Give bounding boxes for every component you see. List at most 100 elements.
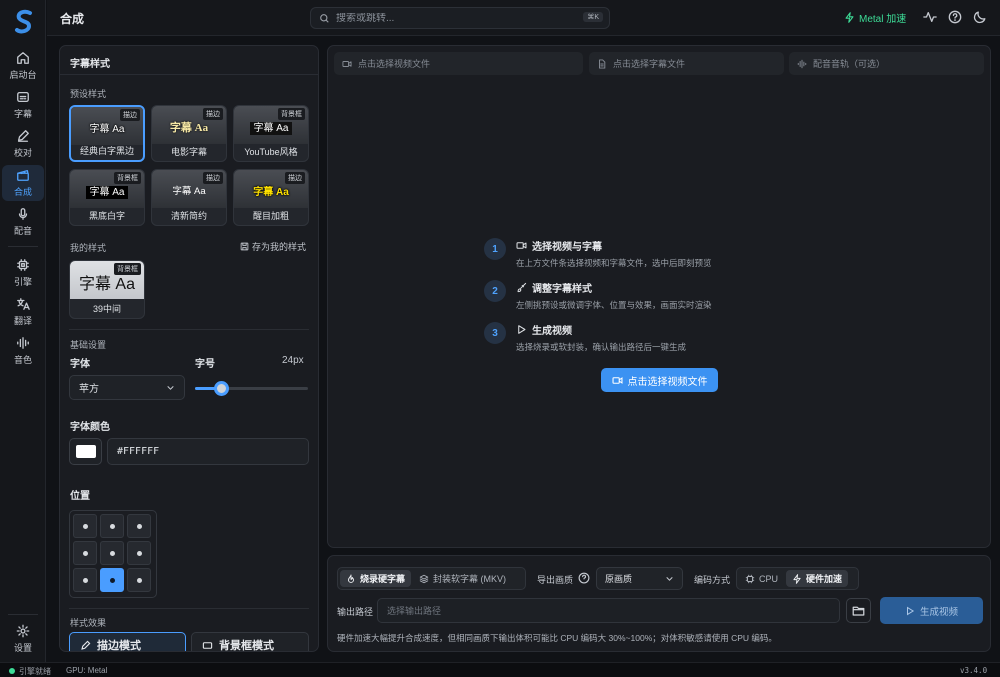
position-top-left[interactable] — [73, 514, 97, 538]
subtitle-mode-toggle: 烧录硬字幕 封装软字幕 (MKV) — [337, 567, 526, 590]
save-style-label: 存为我的样式 — [252, 242, 307, 252]
sidebar-item-translate[interactable]: 翻译 — [2, 294, 44, 330]
sidebar-item-label: 合成 — [13, 187, 32, 197]
step-3: 3 生成视频 选择烧录或软封装，确认输出路径后一键生成 — [484, 322, 686, 353]
position-bottom-left[interactable] — [73, 568, 97, 592]
position-bottom-right[interactable] — [127, 568, 151, 592]
my-styles-label: 我的样式 — [70, 243, 107, 253]
sidebar-item-launchpad[interactable]: 启动台 — [2, 48, 44, 84]
preset-tag: 背景框 — [114, 172, 141, 184]
home-icon — [17, 52, 29, 64]
sidebar-item-subtitle[interactable]: 字幕 — [2, 87, 44, 123]
stroke-mode-label: 描边模式 — [97, 640, 141, 652]
preset-name: 清新简约 — [170, 211, 207, 221]
subtitle-style-panel: 字幕样式 预设样式 字幕 Aa 描边 经典白字黑边 字幕 Aa 描边 电影字幕 … — [59, 45, 319, 652]
position-middle-left[interactable] — [73, 541, 97, 565]
waveform-icon — [17, 337, 29, 349]
moon-icon — [973, 11, 986, 24]
clapper-icon — [17, 169, 29, 181]
page-title: 合成 — [60, 12, 85, 26]
font-select-value: 苹方 — [79, 384, 99, 395]
sidebar-item-dubbing[interactable]: 配音 — [2, 204, 44, 240]
preset-name: 39中间 — [92, 304, 121, 314]
step-description: 在上方文件条选择视频和字幕文件，选中后即刻预览 — [516, 258, 712, 268]
video-icon — [611, 376, 623, 384]
preset-tag: 描边 — [285, 172, 305, 184]
preset-sample: 字幕 Aa — [172, 186, 206, 197]
preset-card[interactable]: 字幕 Aa 描边 醒目加粗 — [233, 169, 309, 226]
activity-button[interactable] — [923, 10, 937, 24]
size-label: 字号 — [195, 359, 215, 370]
play-icon — [518, 325, 526, 334]
bolt-icon — [845, 12, 854, 23]
help-button[interactable] — [948, 10, 962, 24]
help-icon[interactable] — [578, 572, 590, 587]
soft-subtitle-option[interactable]: 封装软字幕 (MKV) — [413, 570, 512, 587]
background-mode-button[interactable]: 背景框模式 — [191, 632, 309, 651]
encode-label: 编码方式 — [694, 575, 731, 585]
rail-divider — [8, 614, 38, 615]
metal-acceleration-badge[interactable]: Metal 加速 — [844, 10, 906, 25]
preset-card[interactable]: 字幕 Aa 背景框 YouTube风格 — [233, 105, 309, 162]
panel-title: 字幕样式 — [70, 59, 110, 70]
theme-toggle-button[interactable] — [973, 10, 987, 24]
color-hex-input[interactable]: #FFFFFF — [107, 438, 309, 465]
position-middle-center[interactable] — [100, 541, 124, 565]
select-video-button[interactable]: 点击选择视频文件 — [601, 368, 718, 392]
burn-subtitle-option[interactable]: 烧录硬字幕 — [340, 570, 412, 587]
preset-card[interactable]: 字幕 Aa 描边 经典白字黑边 — [69, 105, 145, 162]
color-swatch[interactable] — [69, 438, 102, 465]
my-style-card[interactable]: 字幕 Aa 背景框 39中间 — [69, 260, 145, 319]
sidebar-item-label: 校对 — [13, 148, 32, 158]
font-color-label: 字体颜色 — [70, 422, 110, 433]
preset-name: 黑底白字 — [88, 211, 125, 221]
position-top-right[interactable] — [127, 514, 151, 538]
font-select[interactable]: 苹方 — [69, 375, 185, 400]
translate-icon — [17, 298, 30, 310]
position-middle-right[interactable] — [127, 541, 151, 565]
generate-video-button[interactable]: 生成视频 — [880, 597, 983, 624]
sidebar-item-voice[interactable]: 音色 — [2, 333, 44, 369]
quality-select[interactable]: 原画质 — [596, 567, 683, 590]
sidebar-item-engine[interactable]: 引擎 — [2, 255, 44, 291]
status-indicator — [9, 668, 15, 674]
sidebar-item-compose[interactable]: 合成 — [2, 165, 44, 201]
hardware-acceleration-option[interactable]: 硬件加速 — [786, 570, 849, 587]
sidebar-item-label: 配音 — [13, 226, 32, 236]
preset-sample: 字幕 Aa — [89, 124, 125, 135]
search-input[interactable] — [336, 12, 566, 24]
nav-rail: 启动台 字幕 校对 合成 配音 引擎 翻译 音色 设置 — [0, 0, 46, 662]
position-label: 位置 — [70, 491, 90, 502]
pen-icon — [17, 130, 29, 142]
top-bar: 合成 ⌘K Metal 加速 — [47, 0, 1000, 36]
stroke-mode-button[interactable]: 描边模式 — [69, 632, 186, 652]
save-style-button[interactable]: 存为我的样式 — [240, 240, 306, 253]
cpu-option[interactable]: CPU — [739, 570, 784, 587]
preset-sample: 字幕 Aa — [253, 187, 289, 198]
output-path-field[interactable] — [377, 598, 840, 623]
app-logo — [15, 9, 32, 34]
position-top-center[interactable] — [100, 514, 124, 538]
box-icon — [202, 641, 213, 649]
pick-audio-track[interactable]: 配音音轨（可选） — [789, 52, 984, 75]
size-value: 24px — [282, 355, 304, 366]
sidebar-item-proofread[interactable]: 校对 — [2, 126, 44, 162]
position-bottom-center[interactable] — [100, 568, 124, 592]
pick-subtitle-file[interactable]: 点击选择字幕文件 — [589, 52, 784, 75]
search-bar[interactable]: ⌘K — [310, 7, 610, 29]
preset-card[interactable]: 字幕 Aa 背景框 黑底白字 — [69, 169, 145, 226]
preset-card[interactable]: 字幕 Aa 描边 清新简约 — [151, 169, 227, 226]
preset-sample: 字幕 Aa — [70, 183, 144, 199]
pick-video-label: 点击选择视频文件 — [358, 59, 431, 69]
panel-divider — [60, 74, 318, 75]
bolt-icon — [793, 573, 801, 584]
font-size-slider-thumb[interactable] — [214, 381, 229, 396]
pick-video-file[interactable]: 点击选择视频文件 — [334, 52, 583, 75]
preset-card[interactable]: 字幕 Aa 描边 电影字幕 — [151, 105, 227, 162]
output-path-input[interactable] — [387, 605, 827, 616]
sidebar-item-label: 启动台 — [9, 70, 37, 80]
pick-audio-label: 配音音轨（可选） — [813, 59, 886, 69]
browse-folder-button[interactable] — [846, 598, 871, 623]
section-divider — [69, 329, 309, 330]
sidebar-item-settings[interactable]: 设置 — [2, 621, 44, 657]
